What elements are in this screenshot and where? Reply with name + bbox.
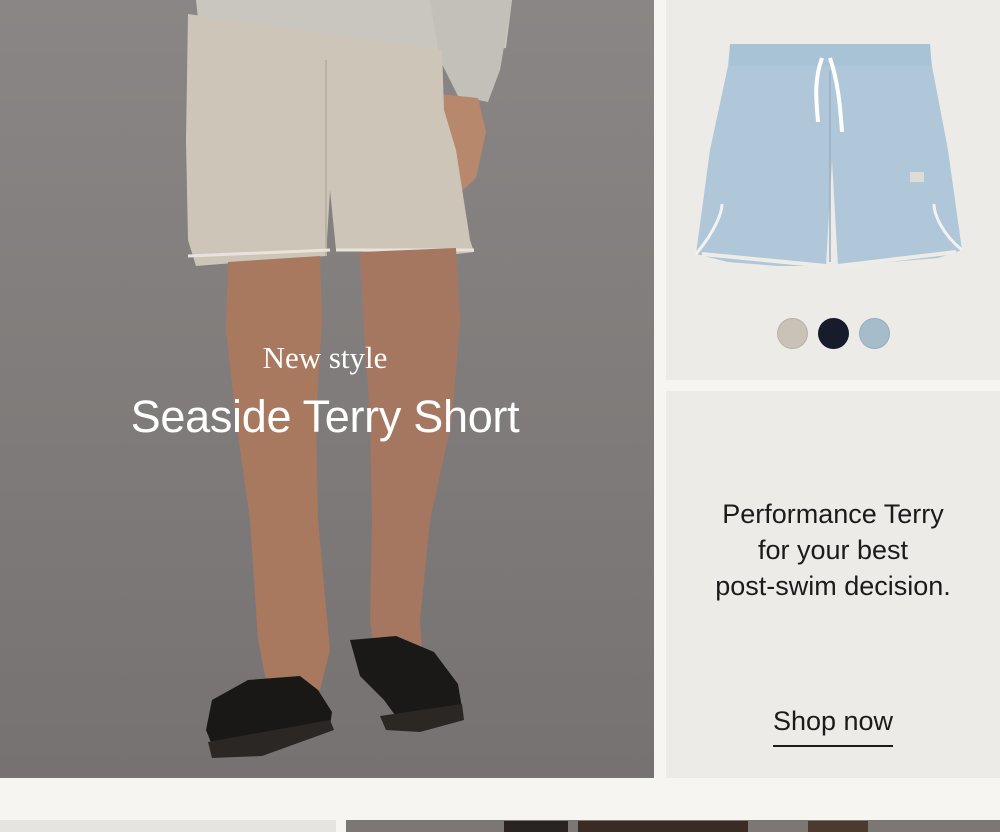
product-tile[interactable] (666, 0, 1000, 380)
swatch-navy[interactable] (817, 318, 849, 349)
next-row-photo (504, 821, 868, 832)
swatch-light-blue[interactable] (858, 318, 890, 349)
promo-email-page: New style Seaside Terry Short Performanc… (0, 0, 1000, 832)
hero-title: Seaside Terry Short (130, 391, 520, 442)
promo-copy-line: Performance Terry (722, 499, 944, 529)
swatch-sand[interactable] (776, 318, 808, 349)
hero-eyebrow: New style (262, 340, 388, 375)
promo-copy: Performance Terry for your best post-swi… (686, 496, 980, 604)
promo-copy-line: for your best (757, 535, 909, 565)
promo-copy-tile: Performance Terry for your best post-swi… (666, 391, 1000, 778)
next-row-tile-right (346, 820, 1000, 832)
next-row-tile-left (0, 820, 336, 832)
shorts-product-image (694, 44, 963, 268)
hero-banner[interactable]: New style Seaside Terry Short (0, 0, 654, 778)
promo-copy-line: post-swim decision. (715, 571, 951, 601)
color-swatches (666, 318, 1000, 349)
shop-now-link[interactable]: Shop now (772, 703, 894, 747)
